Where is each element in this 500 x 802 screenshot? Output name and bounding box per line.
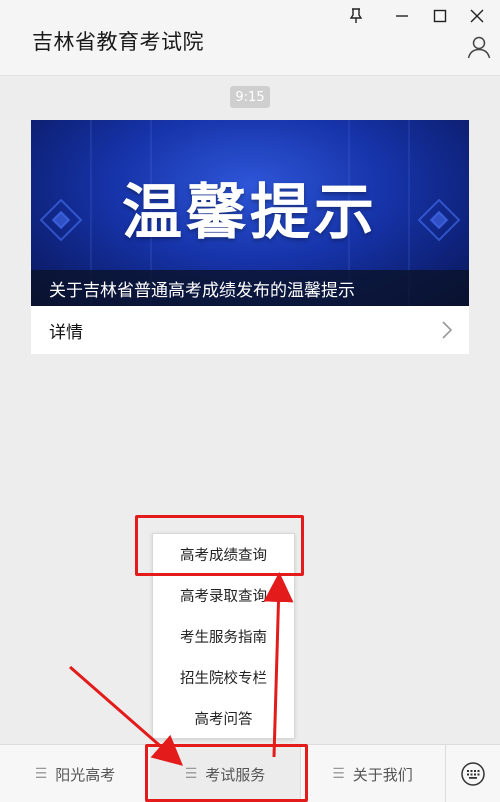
article-card[interactable]: 温馨提示 关于吉林省普通高考成绩发布的温馨提示 详情 (31, 120, 469, 354)
tab-about-us[interactable]: ☰ 关于我们 (300, 745, 445, 802)
menu-item-service-guide[interactable]: 考生服务指南 (153, 616, 294, 657)
maximize-icon[interactable] (427, 4, 453, 28)
article-banner[interactable]: 温馨提示 关于吉林省普通高考成绩发布的温馨提示 (31, 120, 469, 306)
bottom-menu-bar: ☰ 阳光高考 ☰ 考试服务 ☰ 关于我们 (0, 744, 500, 802)
menu-lines-icon: ☰ (332, 766, 345, 782)
menu-lines-icon: ☰ (34, 766, 48, 782)
menu-item-admission-query[interactable]: 高考录取查询 (153, 575, 294, 616)
tab-label: 阳光高考 (55, 765, 116, 784)
pin-icon[interactable] (343, 4, 369, 28)
chevron-right-icon (442, 321, 453, 339)
menu-lines-icon: ☰ (184, 766, 198, 782)
message-timestamp: 9:15 (230, 86, 270, 108)
minimize-icon[interactable] (389, 4, 415, 28)
chat-title: 吉林省教育考试院 (32, 30, 204, 54)
window-titlebar: 吉林省教育考试院 (0, 0, 500, 76)
banner-headline: 温馨提示 (122, 178, 378, 248)
article-details-link[interactable]: 详情 (31, 306, 469, 354)
menu-item-score-query[interactable]: 高考成绩查询 (153, 534, 294, 575)
article-title: 关于吉林省普通高考成绩发布的温馨提示 (31, 270, 469, 306)
profile-icon[interactable] (466, 34, 492, 60)
menu-item-college-column[interactable]: 招生院校专栏 (153, 657, 294, 698)
tab-label: 考试服务 (205, 765, 266, 784)
tab-label: 关于我们 (352, 765, 413, 784)
tab-sunshine-gaokao[interactable]: ☰ 阳光高考 (0, 745, 150, 802)
keyboard-icon[interactable] (445, 745, 500, 802)
details-label: 详情 (49, 322, 83, 343)
tab-exam-services[interactable]: ☰ 考试服务 (150, 745, 300, 802)
service-popup-menu: 高考成绩查询 高考录取查询 考生服务指南 招生院校专栏 高考问答 (152, 533, 295, 739)
menu-item-faq[interactable]: 高考问答 (153, 698, 294, 739)
close-icon[interactable] (464, 4, 490, 28)
